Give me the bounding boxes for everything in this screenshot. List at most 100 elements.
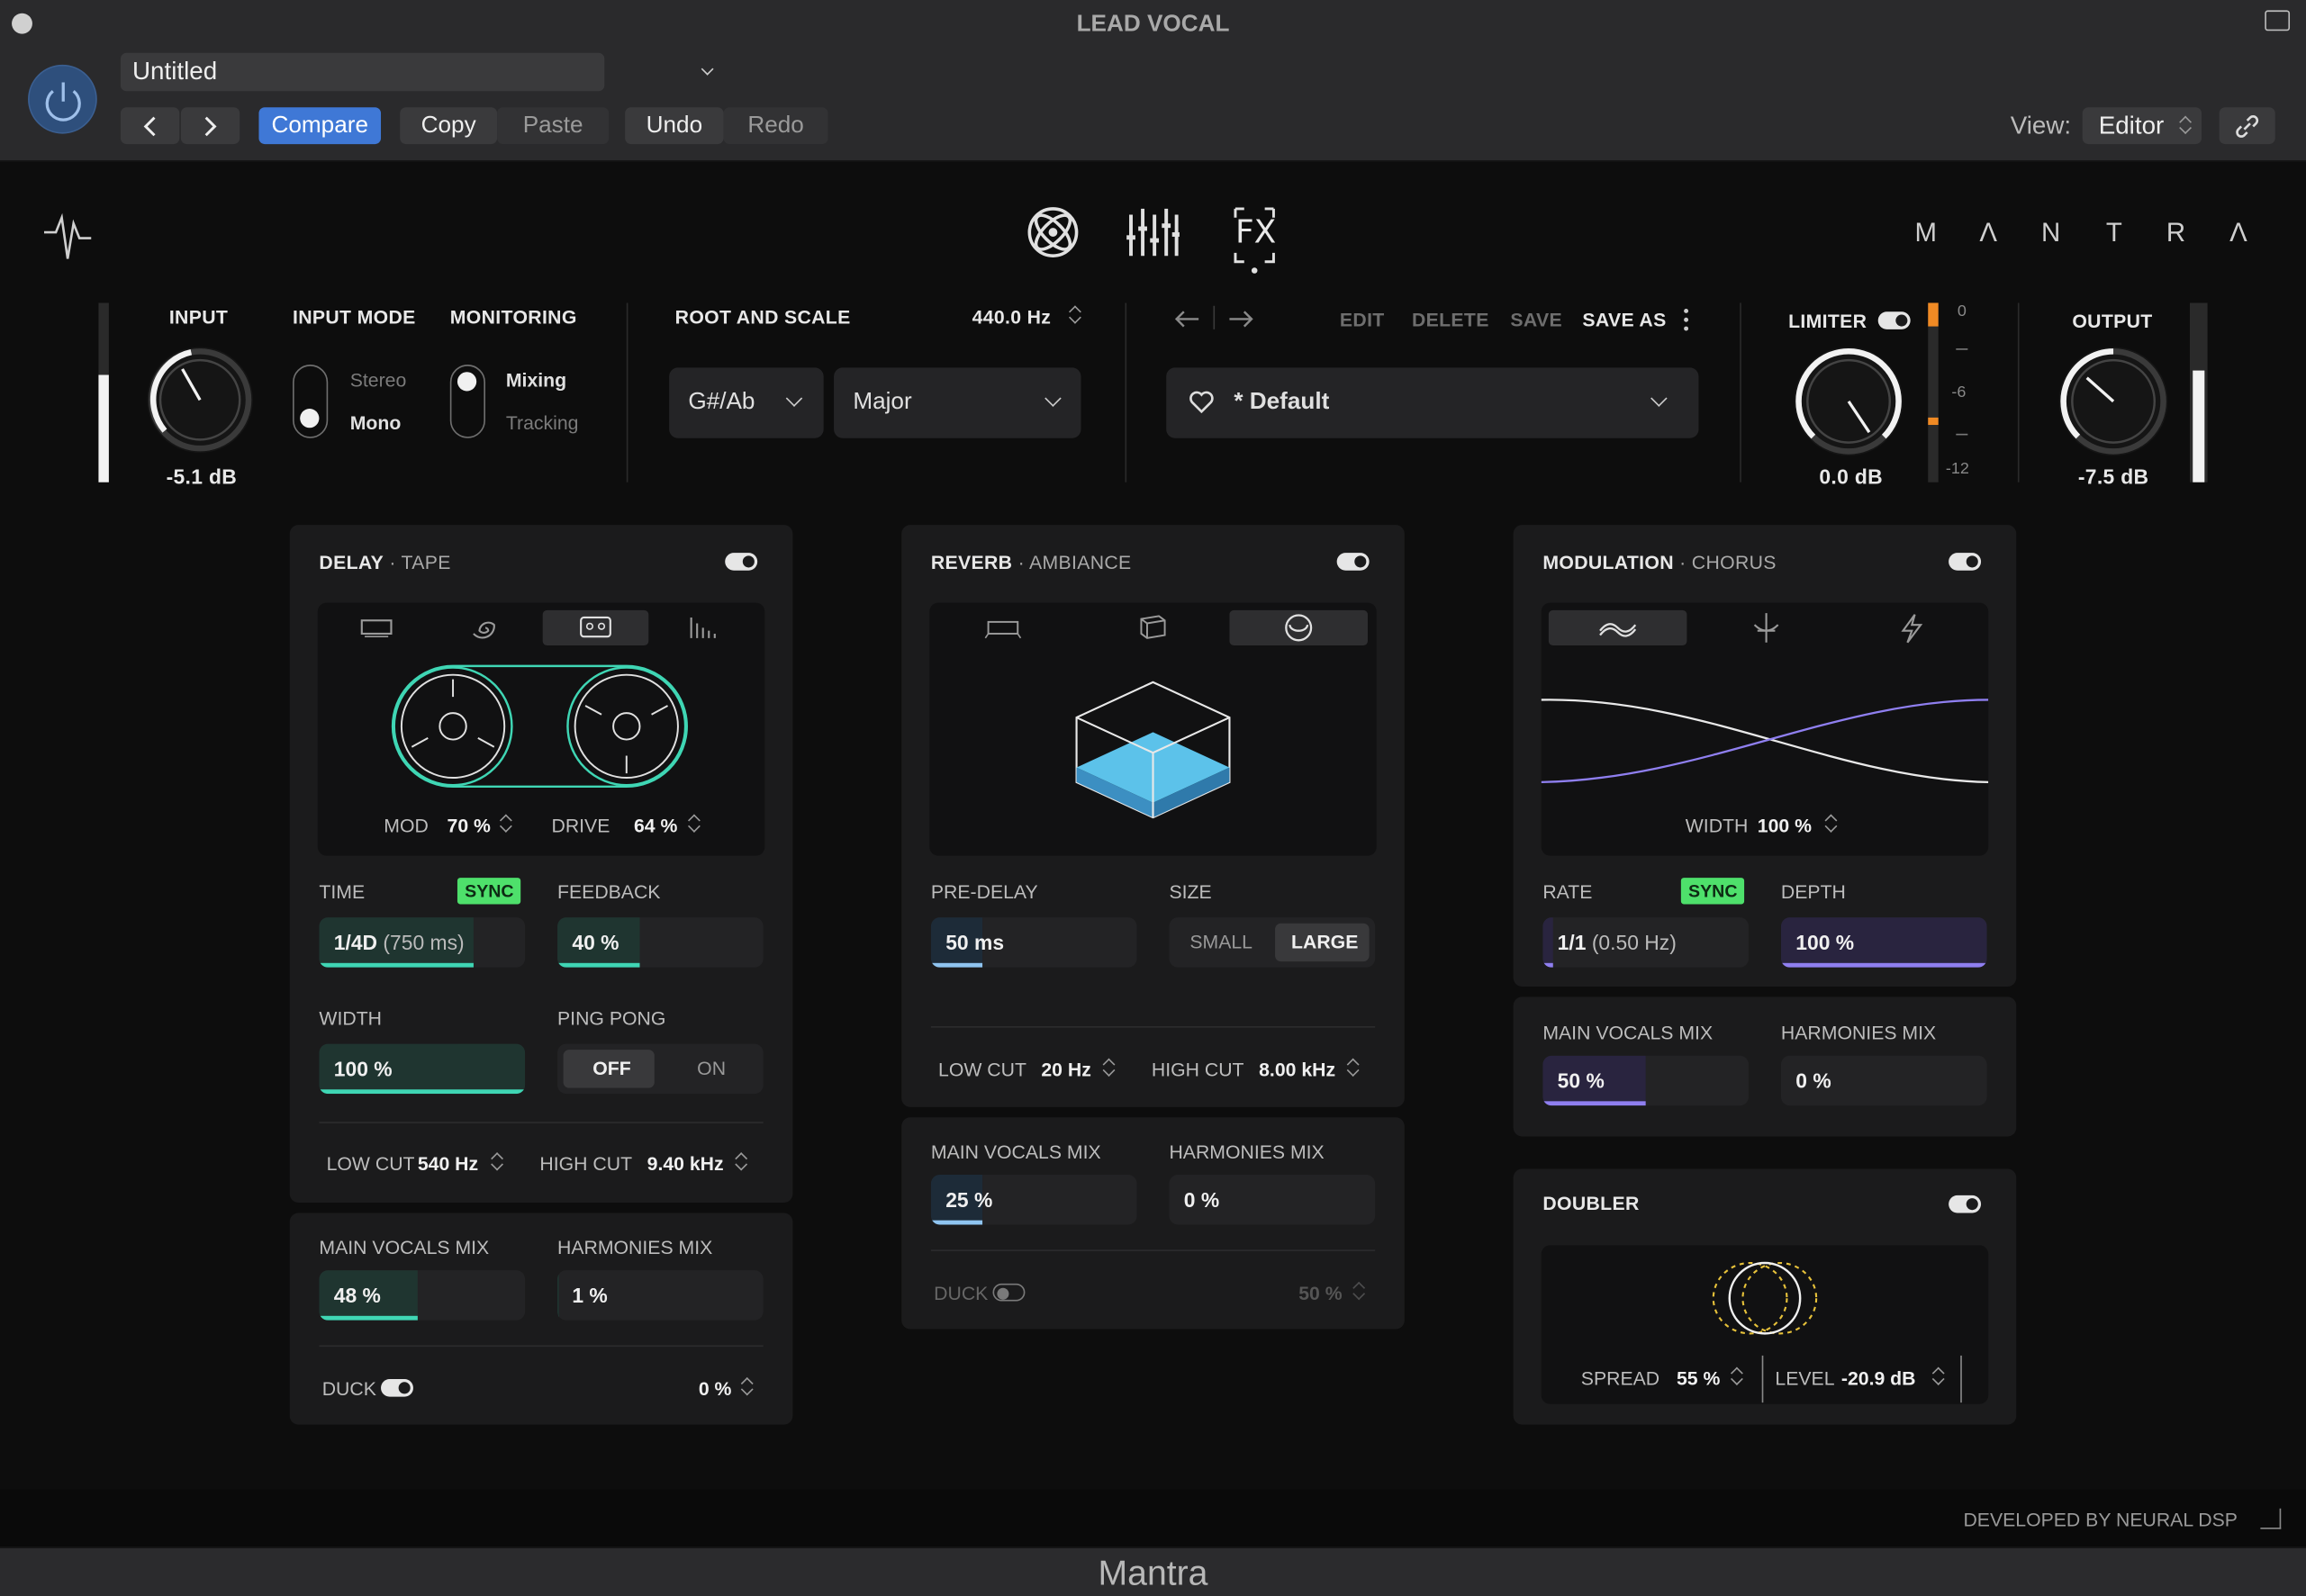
up-down-icon[interactable] [492,1151,503,1172]
input-mode-stereo[interactable]: Stereo [350,369,407,391]
delay-width-field[interactable]: 100 % [319,1043,526,1095]
delay-duck-toggle[interactable] [381,1379,413,1397]
arrow-right-icon[interactable] [1228,309,1254,329]
reverb-type-plate[interactable] [966,610,1043,645]
scale-select[interactable]: Major [834,367,1081,438]
edit-preset-button[interactable]: EDIT [1340,309,1385,330]
drive-value[interactable]: 64 % [634,815,677,836]
root-select[interactable]: G#/Ab [669,367,824,438]
up-down-icon[interactable] [1731,1366,1742,1386]
tab-tuner[interactable] [1024,203,1082,261]
mod-type-phaser[interactable] [1874,610,1950,645]
doubler-enable-toggle[interactable] [1949,1195,1982,1213]
mod-type-flanger[interactable] [1728,610,1804,645]
mod-type-chorus[interactable] [1548,609,1687,646]
view-select[interactable]: Editor [2082,107,2202,145]
delay-sync-button[interactable]: SYNC [457,878,521,905]
mod-value[interactable]: 70 % [448,815,491,836]
up-down-icon[interactable] [741,1376,753,1397]
feedback-field[interactable]: 40 % [557,917,764,968]
level-value[interactable]: -20.9 dB [1841,1367,1916,1389]
up-down-icon[interactable] [736,1151,747,1172]
delay-enable-toggle[interactable] [725,553,758,571]
up-down-icon[interactable] [1103,1057,1115,1078]
redo-button[interactable]: Redo [723,107,828,145]
rate-field[interactable]: 1/1 (0.50 Hz) [1542,917,1749,968]
save-preset-button[interactable]: SAVE [1510,309,1562,330]
undo-button[interactable]: Undo [625,107,724,145]
spread-value[interactable]: 55 % [1677,1367,1720,1389]
input-mode-switch[interactable] [293,365,329,438]
monitoring-mixing[interactable]: Mixing [506,369,566,391]
input-mode-mono[interactable]: Mono [350,411,402,433]
ping-pong-switch[interactable]: OFF ON [557,1043,764,1095]
resize-icon[interactable] [2260,1508,2282,1529]
copy-button[interactable]: Copy [400,107,498,145]
tab-fx[interactable]: FX [1233,206,1277,274]
float-window-icon[interactable] [2265,10,2291,32]
delay-type-tape[interactable] [542,609,649,646]
paste-button[interactable]: Paste [497,107,610,145]
divider [930,1249,1376,1251]
up-down-icon[interactable] [1825,813,1837,834]
tuning-value[interactable]: 440.0 Hz [972,306,1052,328]
up-down-icon[interactable] [1069,304,1081,325]
mod-main-mix-field[interactable]: 50 % [1542,1055,1749,1106]
duck-value[interactable]: 0 % [699,1377,732,1399]
predelay-field[interactable]: 50 ms [930,917,1137,968]
mod-sync-button[interactable]: SYNC [1680,878,1745,905]
size-small[interactable]: SMALL [1189,931,1252,952]
delay-type-analog[interactable] [448,610,524,645]
input-knob[interactable] [147,347,253,454]
lowcut-value[interactable]: 20 Hz [1041,1059,1090,1080]
highcut-value[interactable]: 9.40 kHz [647,1153,724,1175]
arrow-left-icon[interactable] [1173,309,1199,329]
reverb-type-room[interactable] [1115,610,1191,645]
heart-icon[interactable] [1189,390,1215,415]
reverb-harmonies-mix-field[interactable]: 0 % [1169,1175,1376,1225]
monitoring-switch[interactable] [449,365,485,438]
output-knob[interactable] [2058,347,2168,456]
ping-pong-on[interactable]: ON [697,1057,726,1078]
duck-value[interactable]: 50 % [1298,1282,1342,1303]
up-down-icon[interactable] [1347,1057,1359,1078]
preset-select[interactable]: Untitled [120,52,714,92]
size-large[interactable]: LARGE [1291,931,1358,952]
ping-pong-off[interactable]: OFF [592,1057,630,1078]
highcut-value[interactable]: 8.00 kHz [1259,1059,1335,1080]
divider [930,1026,1376,1028]
mod-width-value[interactable]: 100 % [1758,815,1812,836]
lowcut-value[interactable]: 540 Hz [418,1153,478,1175]
up-down-icon[interactable] [1932,1366,1944,1386]
up-down-icon[interactable] [500,813,511,834]
tab-mixer[interactable] [1126,206,1181,259]
delay-type-multitap[interactable] [668,610,745,645]
mod-harmonies-mix-field[interactable]: 0 % [1780,1055,1987,1106]
depth-field[interactable]: 100 % [1780,917,1987,968]
preset-name: * Default [1234,389,1330,415]
limiter-toggle[interactable] [1877,311,1911,329]
delete-preset-button[interactable]: DELETE [1412,309,1489,330]
more-vert-icon[interactable] [1682,308,1689,332]
monitoring-tracking[interactable]: Tracking [506,411,579,433]
compare-button[interactable]: Compare [258,107,382,145]
save-as-button[interactable]: SAVE AS [1582,309,1666,330]
up-down-icon[interactable] [688,813,700,834]
size-switch[interactable]: SMALL LARGE [1169,917,1376,968]
reverb-type-ambiance[interactable] [1229,609,1368,646]
reverb-enable-toggle[interactable] [1336,553,1370,571]
reverb-duck-toggle[interactable] [992,1283,1026,1302]
next-preset-button[interactable] [180,107,240,145]
link-button[interactable] [2219,107,2275,145]
prev-preset-button[interactable] [120,107,180,145]
limiter-knob[interactable] [1794,347,1904,456]
delay-harmonies-mix-field[interactable]: 1 % [557,1270,764,1321]
preset-browser[interactable]: * Default [1166,367,1699,438]
reverb-main-mix-field[interactable]: 25 % [930,1175,1137,1225]
up-down-icon[interactable] [1353,1281,1365,1302]
modulation-enable-toggle[interactable] [1949,553,1982,571]
delay-type-digital[interactable] [339,610,415,645]
delay-time-field[interactable]: 1/4D (750 ms) [319,917,526,968]
power-button[interactable] [28,64,97,134]
delay-main-mix-field[interactable]: 48 % [319,1270,526,1321]
